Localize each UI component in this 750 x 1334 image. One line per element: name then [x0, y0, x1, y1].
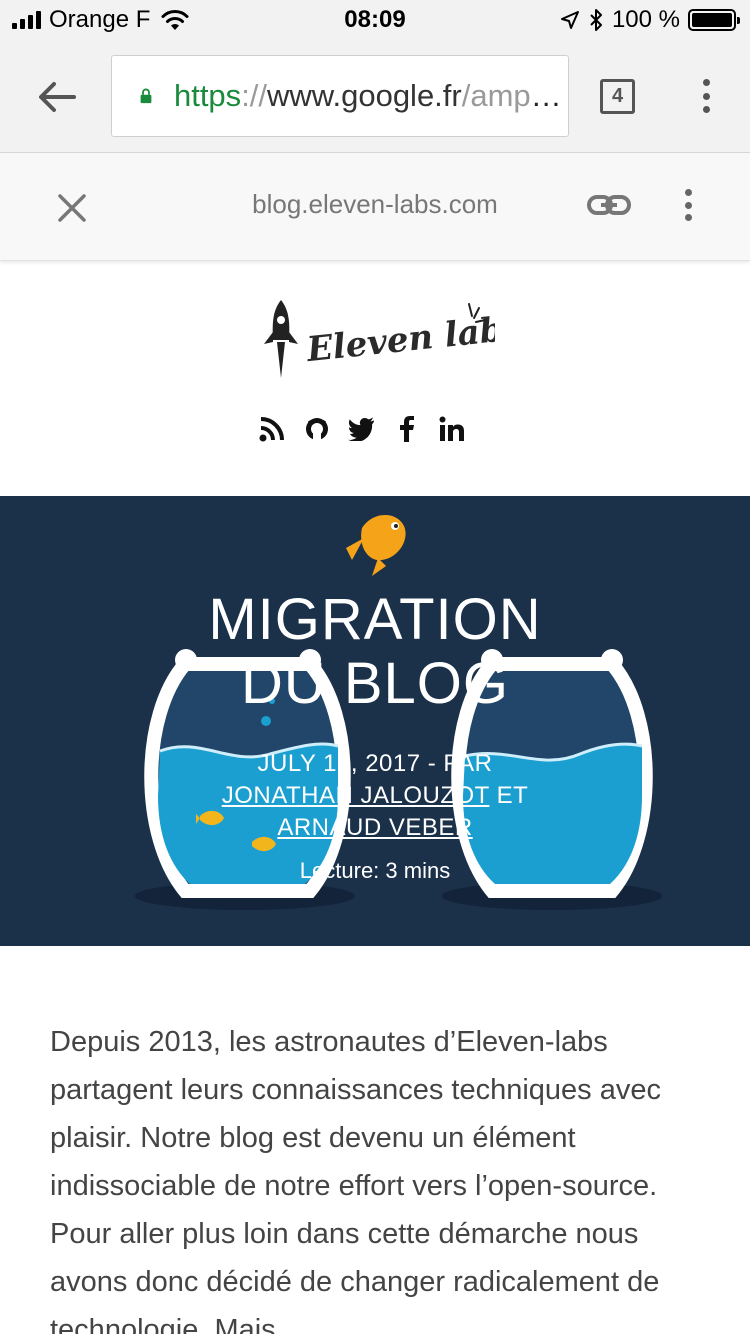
- status-bar: Orange F 08:09 100 %: [0, 0, 750, 40]
- browser-toolbar: https://www.google.fr/amp/blog.eleven-la…: [0, 40, 750, 153]
- rss-icon[interactable]: [258, 415, 285, 442]
- hero-banner: MIGRATION DU BLOG JULY 13, 2017 - PAR JO…: [0, 496, 750, 946]
- article-title: MIGRATION DU BLOG: [208, 587, 542, 716]
- browser-menu-icon[interactable]: [692, 76, 720, 116]
- close-icon[interactable]: [52, 188, 92, 228]
- tab-switcher-button[interactable]: 4: [600, 79, 635, 114]
- location-icon: [560, 11, 579, 29]
- battery-percent: 100 %: [611, 6, 680, 33]
- amp-domain: blog.eleven-labs.com: [252, 189, 498, 219]
- reading-time: Lecture: 3 mins: [299, 858, 451, 883]
- logo-text: Eleven labs: [304, 308, 495, 370]
- amp-viewer-header: blog.eleven-labs.com: [0, 153, 750, 261]
- amp-menu-icon[interactable]: [680, 187, 696, 223]
- github-icon[interactable]: [303, 415, 330, 442]
- article-date: JULY 13, 2017 - PAR: [257, 750, 493, 777]
- bluetooth-icon: [590, 9, 602, 31]
- address-bar[interactable]: https://www.google.fr/amp/blog.eleven-la…: [111, 55, 569, 137]
- twitter-icon[interactable]: [348, 415, 375, 442]
- article-meta: JULY 13, 2017 - PAR JONATHAN JALOUZOT ET…: [0, 748, 750, 844]
- back-arrow-icon[interactable]: [32, 72, 82, 122]
- author-link-jonathan[interactable]: JONATHAN JALOUZOT: [222, 782, 490, 809]
- linkedin-icon[interactable]: [438, 415, 465, 442]
- eleven-labs-logo[interactable]: Eleven labs: [255, 290, 495, 390]
- author-conjunction: ET: [496, 782, 529, 809]
- facebook-icon[interactable]: [393, 415, 420, 442]
- battery-icon: [688, 9, 740, 31]
- lock-icon: [140, 88, 152, 104]
- url-text: https://www.google.fr/amp/blog.eleven-la…: [173, 78, 568, 113]
- author-link-arnaud[interactable]: ARNAUD VEBER: [277, 814, 472, 841]
- social-links: [258, 415, 465, 442]
- article-intro: Depuis 2013, les astronautes d’Eleven-la…: [50, 1026, 661, 1334]
- link-icon[interactable]: [585, 185, 633, 225]
